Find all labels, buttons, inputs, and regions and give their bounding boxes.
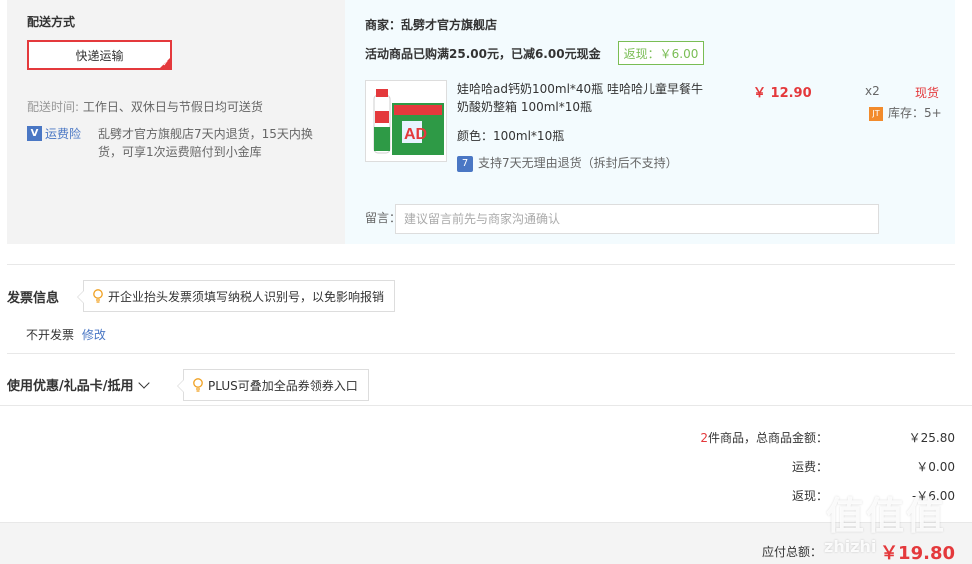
coupon-section-toggle[interactable]: 使用优惠/礼品卡/抵用 — [7, 375, 150, 394]
stock-status: 现货 — [915, 86, 940, 100]
summary-goods-row: 2件商品，总商品金额： ￥25.80 — [555, 429, 955, 447]
summary-goods-label: 2件商品，总商品金额： — [700, 429, 828, 446]
express-shipping-label: 快递运输 — [75, 48, 124, 63]
shipping-insurance-link[interactable]: 运费险 — [45, 125, 81, 142]
invoice-value: 不开发票 修改 — [26, 326, 106, 343]
milk-drink-product-image: AD — [366, 81, 446, 161]
product-quantity: x2 — [865, 84, 880, 98]
item-count-suffix: 件商品，总商品金额： — [707, 431, 828, 445]
return-policy: 7 支持7天无理由退货（拆封后不支持） — [457, 154, 678, 172]
coupon-section-title: 使用优惠/礼品卡/抵用 — [7, 379, 134, 394]
cashback-value: -￥6.00 — [911, 489, 955, 503]
promo-text: 活动商品已购满25.00元，已减6.00元现金 — [365, 47, 601, 61]
shipping-panel: 配送方式 快递运输 ✓ 配送时间: 工作日、双休日与节假日均可送货 V 运费险 … — [7, 0, 955, 244]
stock-label: 库存：5+ — [888, 106, 942, 120]
lightbulb-icon — [93, 289, 103, 303]
shipping-insurance-desc: 乱劈才官方旗舰店7天内退货，15天内换货，可享1次运费赔付到小金库 — [98, 127, 313, 159]
return-policy-text: 支持7天无理由退货（拆封后不支持） — [478, 156, 678, 170]
divider — [0, 405, 972, 406]
shield-v-icon: V — [27, 126, 42, 141]
merchant-name: 商家：乱劈才官方旗舰店 — [365, 18, 498, 32]
shipping-fee-label: 运费： — [791, 460, 828, 474]
delivery-time: 配送时间: 工作日、双休日与节假日均可送货 — [27, 98, 263, 115]
check-icon: ✓ — [162, 59, 169, 68]
order-items-column: 商家：乱劈才官方旗舰店 活动商品已购满25.00元，已减6.00元现金 返现：￥… — [345, 0, 955, 244]
product-price: ￥ 12.90 — [753, 86, 812, 101]
stock-info: JT 库存：5+ — [869, 104, 942, 121]
cashback-tag: 返现：￥6.00 — [618, 41, 704, 65]
divider — [7, 264, 955, 265]
tip-arrow-fill — [178, 380, 184, 392]
product-variant: 颜色：100ml*10瓶 — [457, 129, 565, 143]
coupon-tip[interactable]: PLUS可叠加全品券领券入口 — [177, 369, 369, 401]
product-name-link[interactable]: 娃哈哈ad钙奶100ml*40瓶 哇哈哈儿童早餐牛奶酸奶整箱 100ml*10瓶 — [457, 80, 707, 116]
invoice-section-title: 发票信息 — [7, 291, 60, 306]
lightbulb-icon — [193, 378, 203, 392]
seven-day-return-icon: 7 — [457, 155, 473, 172]
invoice-edit-link[interactable]: 修改 — [82, 328, 106, 342]
invoice-tip: 开企业抬头发票须填写纳税人识别号，以免影响报销 — [77, 280, 396, 312]
product-image[interactable]: AD — [365, 80, 447, 162]
invoice-value-text: 不开发票 — [26, 328, 75, 342]
shipping-section-title: 配送方式 — [27, 15, 76, 29]
svg-text:AD: AD — [404, 126, 427, 143]
tip-arrow-fill — [78, 291, 84, 303]
jd-logistics-icon: JT — [869, 106, 883, 121]
chevron-down-icon — [137, 377, 150, 389]
delivery-time-value: 工作日、双休日与节假日均可送货 — [82, 100, 263, 114]
shipping-fee: ￥0.00 — [916, 460, 955, 474]
payable-total: ￥19.80 — [880, 543, 955, 564]
cashback-label: 返现： — [791, 489, 828, 503]
payable-label: 应付总额： — [761, 545, 822, 559]
summary-cashback-row: 返现： -￥6.00 — [555, 487, 955, 505]
total-bar: 应付总额： ￥19.80 — [0, 522, 972, 564]
item-count: 2 — [700, 431, 708, 445]
delivery-time-label: 配送时间: — [27, 100, 80, 114]
message-input[interactable] — [395, 204, 879, 234]
divider — [7, 353, 955, 354]
coupon-tip-text: PLUS可叠加全品券领券入口 — [208, 378, 358, 393]
goods-total: ￥25.80 — [908, 431, 955, 445]
shipping-method-column: 配送方式 快递运输 ✓ 配送时间: 工作日、双休日与节假日均可送货 V 运费险 … — [7, 0, 337, 244]
express-shipping-button[interactable]: 快递运输 ✓ — [27, 40, 172, 70]
invoice-tip-text: 开企业抬头发票须填写纳税人识别号，以免影响报销 — [108, 289, 385, 304]
summary-shipping-row: 运费： ￥0.00 — [555, 458, 955, 476]
